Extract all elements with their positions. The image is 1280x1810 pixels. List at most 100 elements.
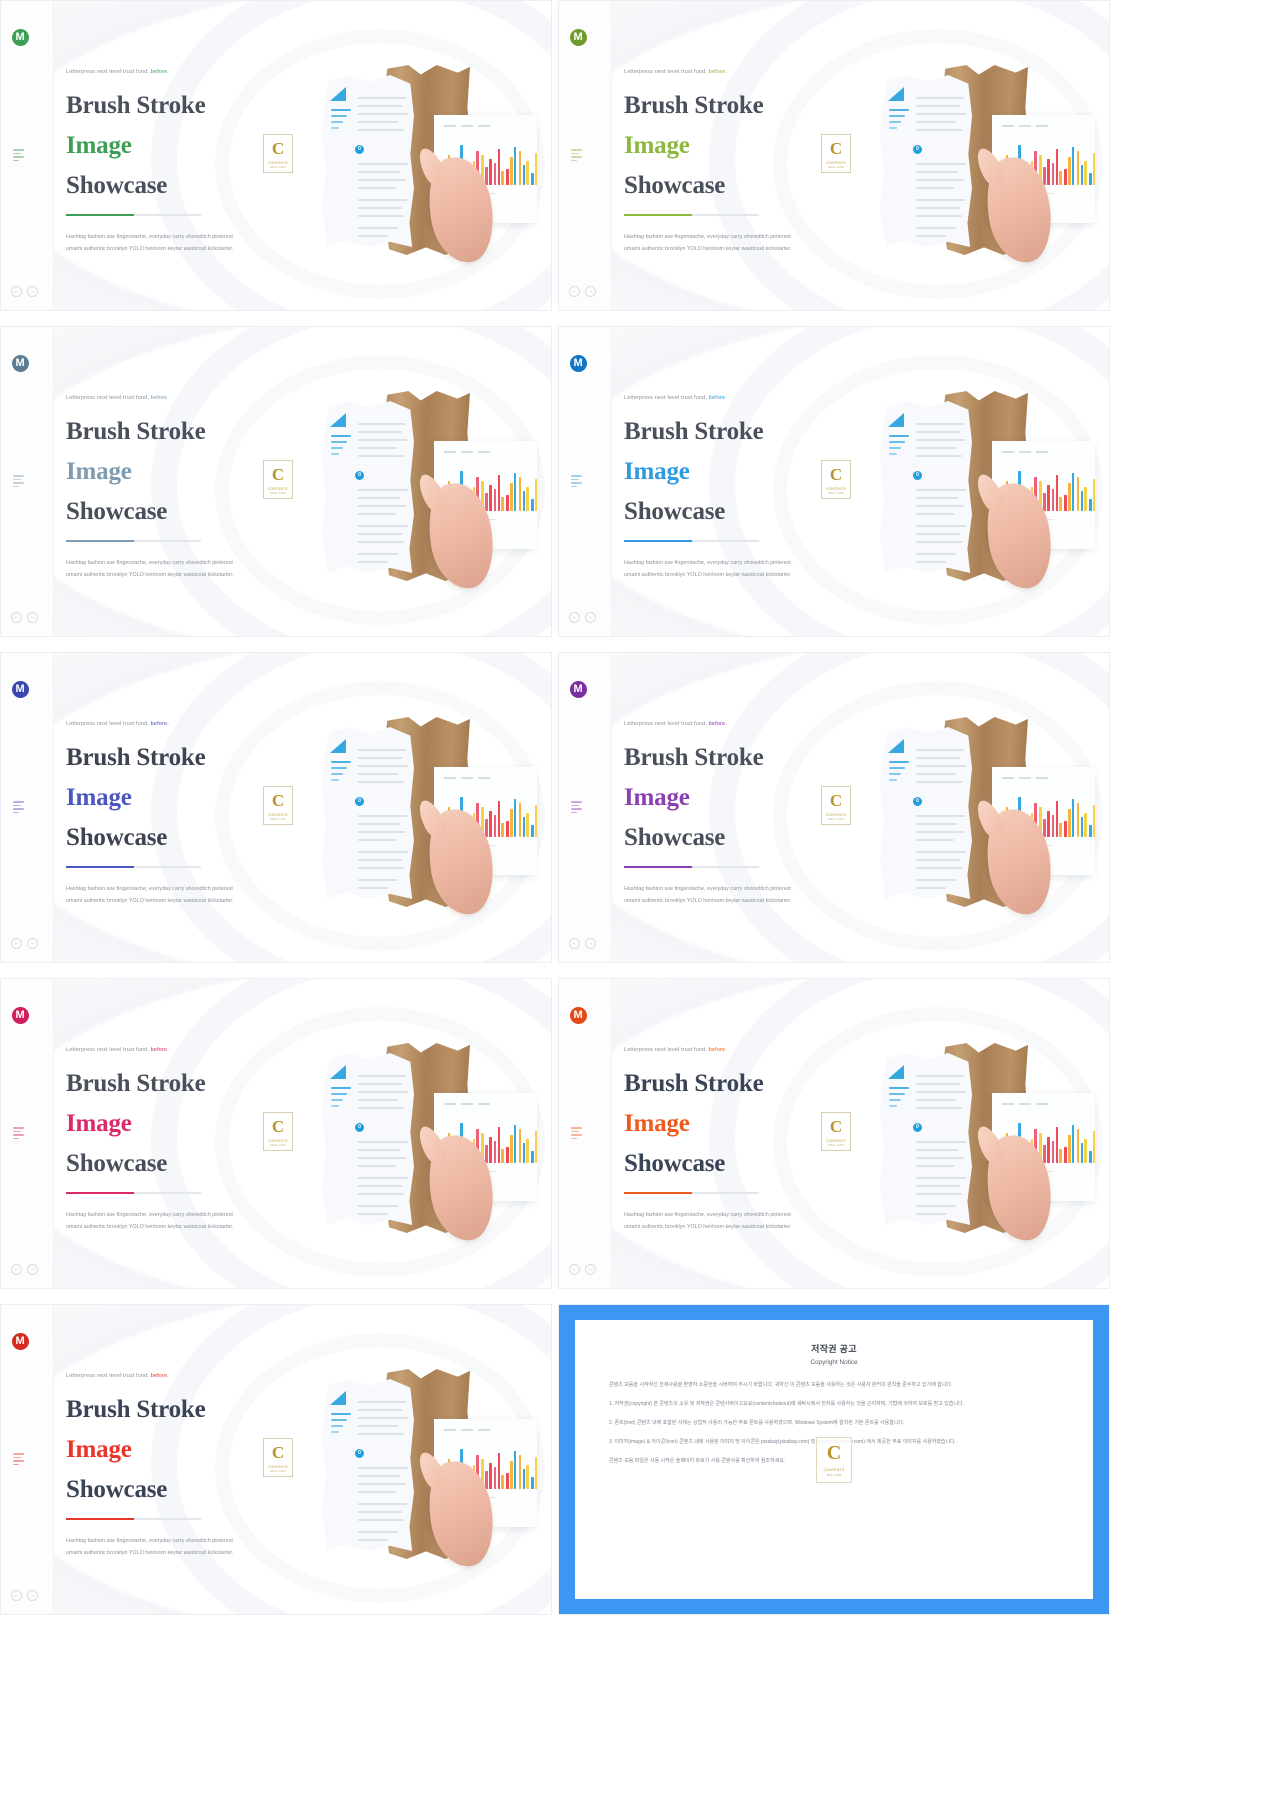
slide-card-7[interactable]: M ← → Letterpress next level trust fund,… xyxy=(0,978,552,1289)
logo-letter: M xyxy=(573,357,583,369)
slide-card-8[interactable]: M ← → Letterpress next level trust fund,… xyxy=(558,978,1110,1289)
next-slide-button[interactable]: → xyxy=(585,286,596,297)
bar xyxy=(1051,163,1055,185)
slide-card-3[interactable]: M ← → Letterpress next level trust fund,… xyxy=(0,326,552,637)
title-underline xyxy=(624,1192,759,1194)
next-slide-button[interactable]: → xyxy=(27,286,38,297)
slide-card-1[interactable]: M ← → Letterpress next level trust fund,… xyxy=(0,0,552,311)
eyebrow-prefix: Letterpress next level trust fund, xyxy=(624,69,707,75)
slide-nav[interactable]: ← → xyxy=(569,938,596,949)
bar xyxy=(518,803,522,837)
prev-slide-button[interactable]: ← xyxy=(11,938,22,949)
bar xyxy=(518,477,522,511)
title-line-1: Brush Stroke xyxy=(66,744,206,771)
slide-card-5[interactable]: M ← → Letterpress next level trust fund,… xyxy=(0,652,552,963)
badge-text-primary: CONTENTS xyxy=(826,161,846,165)
title-underline-accent xyxy=(624,214,692,216)
bar xyxy=(1064,169,1067,185)
slide-nav[interactable]: ← → xyxy=(11,1590,38,1601)
sheet-text-line xyxy=(358,1531,398,1533)
prev-slide-button[interactable]: ← xyxy=(11,1590,22,1601)
bar-group xyxy=(1089,479,1095,511)
sheet-text-line xyxy=(916,851,966,853)
bar xyxy=(518,1455,522,1489)
next-slide-button[interactable]: → xyxy=(27,612,38,623)
bar xyxy=(1055,475,1059,511)
sheet-text-line xyxy=(358,815,408,817)
description-line-2: umami authentic brooklyn YOLO heirloom k… xyxy=(66,897,234,904)
title-underline-accent xyxy=(66,540,134,542)
next-slide-button[interactable]: → xyxy=(27,1590,38,1601)
next-slide-button[interactable]: → xyxy=(585,938,596,949)
sheet-mini-bar xyxy=(331,1419,347,1421)
eyebrow-accent: before. xyxy=(708,69,727,75)
next-slide-button[interactable]: → xyxy=(27,1264,38,1275)
badge-letter: C xyxy=(271,465,285,484)
bar xyxy=(513,1125,517,1163)
sheet-text-line xyxy=(358,1539,388,1541)
slide-card-2[interactable]: M ← → Letterpress next level trust fund,… xyxy=(558,0,1110,311)
bar xyxy=(522,165,526,185)
prev-slide-button[interactable]: ← xyxy=(569,1264,580,1275)
slide-nav[interactable]: ← → xyxy=(569,286,596,297)
slide-nav[interactable]: ← → xyxy=(11,286,38,297)
slide-nav[interactable]: ← → xyxy=(11,1264,38,1275)
prev-slide-button[interactable]: ← xyxy=(11,1264,22,1275)
sheet-mini-bar xyxy=(331,453,339,455)
sheet-badge-number: 0 xyxy=(355,471,364,480)
bar xyxy=(1076,803,1080,837)
slide-nav[interactable]: ← → xyxy=(569,612,596,623)
bar xyxy=(497,149,501,185)
bar xyxy=(1084,813,1087,837)
bar xyxy=(506,821,509,837)
bar xyxy=(497,801,501,837)
description-line-1: Hashtag fashion axe fingerstache, everyd… xyxy=(66,886,233,892)
badge-letter: C xyxy=(829,791,843,810)
bar xyxy=(1051,1141,1055,1163)
rail-lines-icon xyxy=(13,475,25,489)
next-slide-button[interactable]: → xyxy=(585,1264,596,1275)
sheet-text-line xyxy=(916,1213,946,1215)
bar-group xyxy=(518,1455,529,1489)
slide-nav[interactable]: ← → xyxy=(11,938,38,949)
prev-slide-button[interactable]: ← xyxy=(569,612,580,623)
title-line-1: Brush Stroke xyxy=(624,92,764,119)
sheet-text-line xyxy=(358,1165,396,1167)
rail-lines-icon xyxy=(571,149,583,163)
badge-text-primary: CONTENTS xyxy=(268,813,288,817)
description-line-1: Hashtag fashion axe fingerstache, everyd… xyxy=(66,560,233,566)
sheet-text-line xyxy=(358,749,406,751)
sheet-text-line xyxy=(916,561,946,563)
sheet-badge-number: 0 xyxy=(355,1123,364,1132)
badge-text-primary: CONTENTS xyxy=(268,1465,288,1469)
sheet-text-line xyxy=(916,235,946,237)
showcase-image: 0 xyxy=(304,387,539,602)
next-slide-button[interactable]: → xyxy=(27,938,38,949)
slide-gallery: M ← → Letterpress next level trust fund,… xyxy=(0,0,1110,1615)
slide-eyebrow: Letterpress next level trust fund, befor… xyxy=(624,395,874,401)
prev-slide-button[interactable]: ← xyxy=(569,938,580,949)
next-slide-button[interactable]: → xyxy=(585,612,596,623)
slide-nav[interactable]: ← → xyxy=(11,612,38,623)
sheet-mini-bar xyxy=(331,779,339,781)
sheet-header-lines xyxy=(444,777,490,779)
prev-slide-button[interactable]: ← xyxy=(569,286,580,297)
contents-badge: C CONTENTS MALL.COM xyxy=(821,134,851,173)
bar xyxy=(522,491,526,511)
bar xyxy=(1092,1131,1095,1163)
slide-card-6[interactable]: M ← → Letterpress next level trust fund,… xyxy=(558,652,1110,963)
sheet-badge-number: 0 xyxy=(913,797,922,806)
slide-card-4[interactable]: M ← → Letterpress next level trust fund,… xyxy=(558,326,1110,637)
title-underline xyxy=(624,214,759,216)
slide-card-9[interactable]: M ← → Letterpress next level trust fund,… xyxy=(0,1304,552,1615)
bar-group xyxy=(493,1127,504,1163)
slide-left-rail: M ← → xyxy=(1,653,54,962)
title-underline-accent xyxy=(66,214,134,216)
prev-slide-button[interactable]: ← xyxy=(11,286,22,297)
bar-group xyxy=(518,477,529,511)
prev-slide-button[interactable]: ← xyxy=(11,612,22,623)
slide-nav[interactable]: ← → xyxy=(569,1264,596,1275)
bar-group xyxy=(531,805,537,837)
slide-description: Hashtag fashion axe fingerstache, everyd… xyxy=(66,1210,266,1233)
badge-letter: C xyxy=(829,1117,843,1136)
